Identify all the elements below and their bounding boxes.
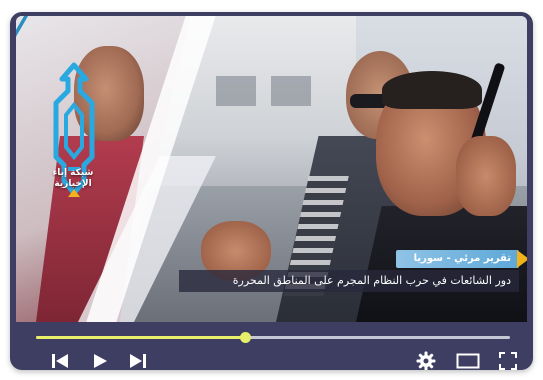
skip-back-icon[interactable] — [48, 350, 72, 370]
play-icon[interactable] — [88, 350, 112, 370]
skip-forward-icon[interactable] — [126, 350, 150, 370]
building-window — [271, 76, 311, 106]
settings-gear-icon[interactable] — [414, 350, 438, 370]
progress-bar[interactable] — [36, 332, 510, 343]
tag-arrow-icon — [517, 250, 527, 268]
fullscreen-icon[interactable] — [496, 350, 520, 370]
speaker-hair — [382, 71, 482, 109]
building-window — [216, 76, 256, 106]
logo-label: شبكة إباء الإخبارية — [52, 168, 94, 189]
report-tag: تقرير مرئي - سوريا — [395, 250, 519, 268]
progress-scrubber[interactable] — [239, 332, 251, 343]
progress-played — [36, 336, 245, 339]
video-player: شبكة إباء الإخبارية تقرير مرئي - سوريا د… — [10, 12, 533, 370]
theater-mode-icon[interactable] — [454, 350, 482, 370]
speaker-hand — [456, 136, 516, 216]
video-frame[interactable]: شبكة إباء الإخبارية تقرير مرئي - سوريا د… — [16, 16, 527, 322]
headline-caption: دور الشائعات في حرب النظام المجرم على ال… — [179, 270, 519, 292]
